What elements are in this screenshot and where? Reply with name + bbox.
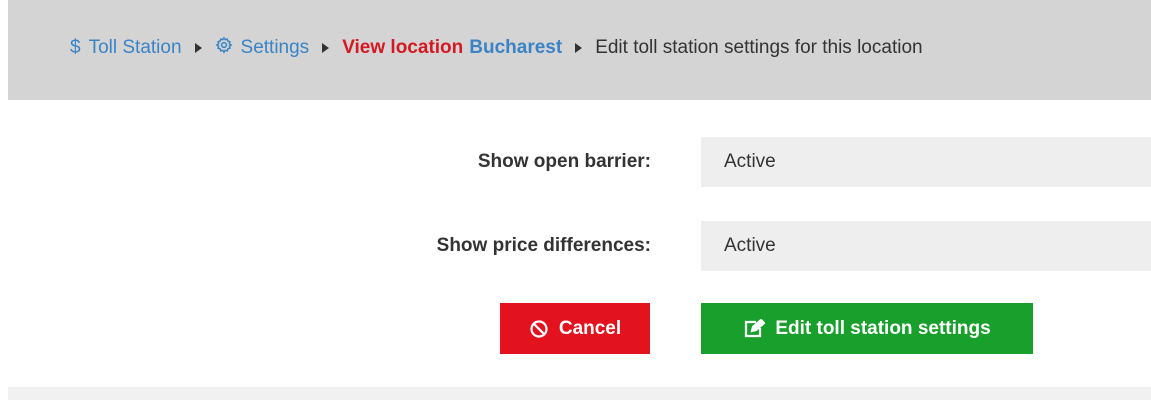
open-barrier-label: Show open barrier: (477, 151, 651, 172)
breadcrumb-view-prefix[interactable]: View location (342, 37, 463, 59)
gear-icon (215, 36, 233, 60)
price-differences-value: Active (701, 221, 1151, 271)
footer-bar (8, 387, 1151, 400)
breadcrumb-bar: $ Toll Station Settings View location Bu… (8, 0, 1151, 100)
edit-settings-button[interactable]: Edit toll station settings (701, 303, 1033, 354)
form-row-price-differences: Show price differences: Active (0, 221, 1151, 271)
form-row-open-barrier: Show open barrier: Active (0, 137, 1151, 187)
edit-icon (743, 318, 766, 339)
breadcrumb-location-name[interactable]: Bucharest (469, 37, 562, 59)
breadcrumb-separator-icon (322, 43, 330, 53)
price-differences-label: Show price differences: (436, 235, 651, 256)
breadcrumb-toll-station[interactable]: $ Toll Station (70, 37, 182, 59)
cancel-button[interactable]: Cancel (500, 303, 650, 354)
breadcrumb-separator-icon (194, 43, 202, 53)
breadcrumb-current-page: Edit toll station settings for this loca… (595, 37, 923, 58)
edit-settings-button-label: Edit toll station settings (775, 317, 991, 339)
breadcrumb-toll-station-label[interactable]: Toll Station (89, 37, 182, 59)
breadcrumb-view-location[interactable]: View location Bucharest (342, 37, 562, 59)
dollar-icon: $ (70, 37, 81, 58)
cancel-button-label: Cancel (558, 317, 622, 339)
breadcrumb-separator-icon (575, 43, 583, 53)
breadcrumb-settings[interactable]: Settings (215, 36, 310, 60)
ban-icon (529, 319, 549, 339)
breadcrumb-settings-label[interactable]: Settings (241, 37, 310, 59)
breadcrumb: $ Toll Station Settings View location Bu… (70, 36, 923, 60)
open-barrier-value: Active (701, 137, 1151, 187)
